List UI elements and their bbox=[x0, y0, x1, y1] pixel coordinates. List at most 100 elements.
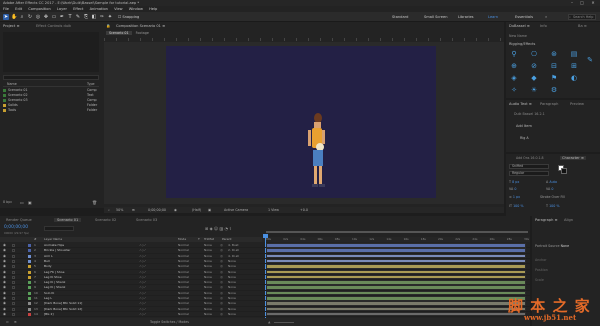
menu-view[interactable]: View bbox=[114, 7, 123, 11]
eye-icon[interactable]: ◉ bbox=[3, 301, 6, 305]
layer-duration-bar[interactable] bbox=[266, 253, 526, 259]
layer-trkmat[interactable]: None bbox=[204, 291, 212, 296]
shy-icon[interactable]: ☺ bbox=[214, 226, 218, 231]
character-figure[interactable] bbox=[166, 46, 436, 198]
eye-icon[interactable]: ◉ bbox=[3, 248, 6, 252]
lock-toggle[interactable] bbox=[12, 307, 15, 311]
layer-mode[interactable]: Normal bbox=[178, 248, 189, 253]
column-parent[interactable]: Parent bbox=[222, 237, 232, 242]
camera-icon[interactable]: ◐ bbox=[570, 74, 578, 82]
layer-duration-bar[interactable] bbox=[266, 290, 526, 296]
tab-scenario-02[interactable]: Scenario 02 bbox=[95, 218, 116, 222]
layer-parent[interactable]: None bbox=[228, 280, 236, 285]
layer-switches[interactable]: ⁄ ◇ ⁄ bbox=[140, 254, 145, 259]
layer-duration-bar[interactable] bbox=[266, 301, 526, 306]
layer-name[interactable]: Leg FK | Shoe bbox=[44, 270, 64, 275]
lock-icon[interactable]: 🔒 bbox=[106, 24, 110, 28]
trash-icon[interactable]: 🗑 bbox=[92, 200, 97, 205]
tab-paragraph[interactable]: Paragraph ≡ bbox=[535, 218, 558, 222]
layer-trkmat[interactable]: None bbox=[204, 254, 212, 259]
lock-toggle[interactable] bbox=[12, 286, 15, 290]
workspace-essentials[interactable]: Essentials bbox=[515, 14, 533, 20]
hscale-value[interactable]: 100 % bbox=[549, 204, 559, 208]
project-bpc[interactable]: 8 bpc bbox=[3, 200, 12, 204]
layer-duration-bar[interactable] bbox=[266, 311, 526, 317]
label-color[interactable] bbox=[28, 270, 31, 274]
kerning-value[interactable]: 0 bbox=[514, 187, 516, 191]
lock-toggle[interactable] bbox=[12, 297, 15, 300]
layer-parent[interactable]: None bbox=[228, 285, 236, 290]
layer-name[interactable]: [Dark Bone] Btn Solid 12] bbox=[44, 307, 82, 312]
column-layer-name[interactable]: Layer Name bbox=[44, 237, 62, 242]
eye-icon[interactable]: ◉ bbox=[3, 259, 6, 263]
layer-name[interactable]: Solo IK bbox=[44, 291, 54, 296]
layer-name[interactable]: [Dark Bone] Btn Solid 11] bbox=[44, 301, 82, 306]
selection-tool-icon[interactable]: ➤ bbox=[3, 14, 9, 20]
tab-info[interactable]: Info bbox=[540, 24, 547, 28]
layer-parent[interactable]: None bbox=[228, 275, 236, 280]
label-color[interactable] bbox=[28, 244, 31, 247]
layer-trkmat[interactable]: None bbox=[204, 243, 212, 248]
parent-pickwhip-icon[interactable]: @ bbox=[220, 296, 223, 301]
lock-toggle[interactable] bbox=[12, 270, 15, 274]
link-icon[interactable]: ⊕ bbox=[510, 62, 518, 70]
layer-parent[interactable]: 4. Bust bbox=[228, 243, 239, 248]
layer-switches[interactable]: ⁄ ◇ ⁄ bbox=[140, 270, 145, 275]
eye-icon[interactable]: ◉ bbox=[3, 307, 6, 311]
column-name[interactable]: Name bbox=[7, 82, 17, 86]
menu-edit[interactable]: Edit bbox=[15, 7, 22, 11]
layer-switches[interactable]: ⁄ ◇ ⁄ bbox=[140, 291, 145, 296]
layer-switches[interactable]: ⁄ ◇ ⁄ bbox=[140, 301, 145, 306]
light-icon[interactable]: ☀ bbox=[530, 86, 538, 94]
layer-mode[interactable]: Normal bbox=[178, 296, 189, 301]
layer-name[interactable]: Arm L bbox=[44, 254, 53, 259]
stroke-width-value[interactable]: 1 px bbox=[513, 195, 520, 199]
eye-icon[interactable]: ◉ bbox=[3, 291, 6, 295]
layer-mode[interactable]: Normal bbox=[178, 285, 189, 290]
subtab-scenario[interactable]: Scenario 01 bbox=[106, 31, 132, 35]
parent-pickwhip-icon[interactable]: @ bbox=[220, 254, 223, 259]
layer-mode[interactable]: Normal bbox=[178, 243, 189, 248]
layer-name[interactable]: Leg L bbox=[44, 296, 52, 301]
views-dropdown[interactable]: 1 View bbox=[268, 207, 279, 213]
layer-parent[interactable]: None bbox=[228, 270, 236, 275]
workspace-learn[interactable]: Learn bbox=[488, 14, 498, 20]
zoom-out-icon[interactable]: ▲ bbox=[268, 318, 270, 326]
layer-name[interactable]: Leg IK Shoe bbox=[44, 275, 62, 280]
label-color[interactable] bbox=[28, 286, 31, 290]
layer-parent[interactable]: None bbox=[228, 307, 236, 312]
layer-switches[interactable]: ⁄ ◇ ⁄ bbox=[140, 312, 145, 317]
lock-toggle[interactable] bbox=[12, 302, 15, 306]
menu-animation[interactable]: Animation bbox=[90, 7, 108, 11]
lock-toggle[interactable] bbox=[12, 259, 15, 263]
layer-parent[interactable]: None bbox=[228, 296, 236, 301]
layer-parent[interactable]: None bbox=[228, 264, 236, 269]
hand-tool-icon[interactable]: ✋ bbox=[11, 14, 17, 20]
zero-icon[interactable]: ⊘ bbox=[530, 62, 538, 70]
camera-dropdown[interactable]: Active Camera bbox=[224, 207, 248, 213]
frame-blend-icon[interactable]: ▥ bbox=[219, 226, 223, 231]
layer-switches[interactable]: ⁄ ◇ ⁄ bbox=[140, 248, 145, 253]
layer-parent[interactable]: None bbox=[228, 259, 236, 264]
tracking-value[interactable]: 0 bbox=[551, 187, 553, 191]
exposure-value[interactable]: +0.0 bbox=[300, 207, 308, 213]
tab-render-queue[interactable]: Render Queue bbox=[6, 218, 32, 222]
layer-parent[interactable]: 4. Ri.sh bbox=[228, 254, 239, 259]
layer-trkmat[interactable]: None bbox=[204, 264, 212, 269]
layer-mode[interactable]: Normal bbox=[178, 275, 189, 280]
menu-help[interactable]: Help bbox=[149, 7, 157, 11]
label-color[interactable] bbox=[28, 312, 31, 316]
column-mode[interactable]: Mode bbox=[178, 237, 186, 242]
tab-duik[interactable]: DuBassel ≡ bbox=[509, 24, 530, 28]
layer-search-input[interactable] bbox=[44, 226, 74, 231]
tab-character[interactable]: Character ≡ bbox=[560, 156, 586, 160]
eye-icon[interactable]: ◉ bbox=[3, 264, 6, 268]
layer-trkmat[interactable]: None bbox=[204, 307, 212, 312]
layer-trkmat[interactable]: None bbox=[204, 270, 212, 275]
tab-composition[interactable]: Composition Scenario 01 ≡ bbox=[116, 24, 165, 28]
motion-blur-icon[interactable]: ◔ bbox=[225, 226, 229, 231]
new-folder-icon[interactable]: ▭ bbox=[20, 200, 24, 205]
layer-trkmat[interactable]: None bbox=[204, 285, 212, 290]
layer-trkmat[interactable]: None bbox=[204, 248, 212, 253]
column-trkmat[interactable]: TrkMat bbox=[204, 237, 214, 242]
